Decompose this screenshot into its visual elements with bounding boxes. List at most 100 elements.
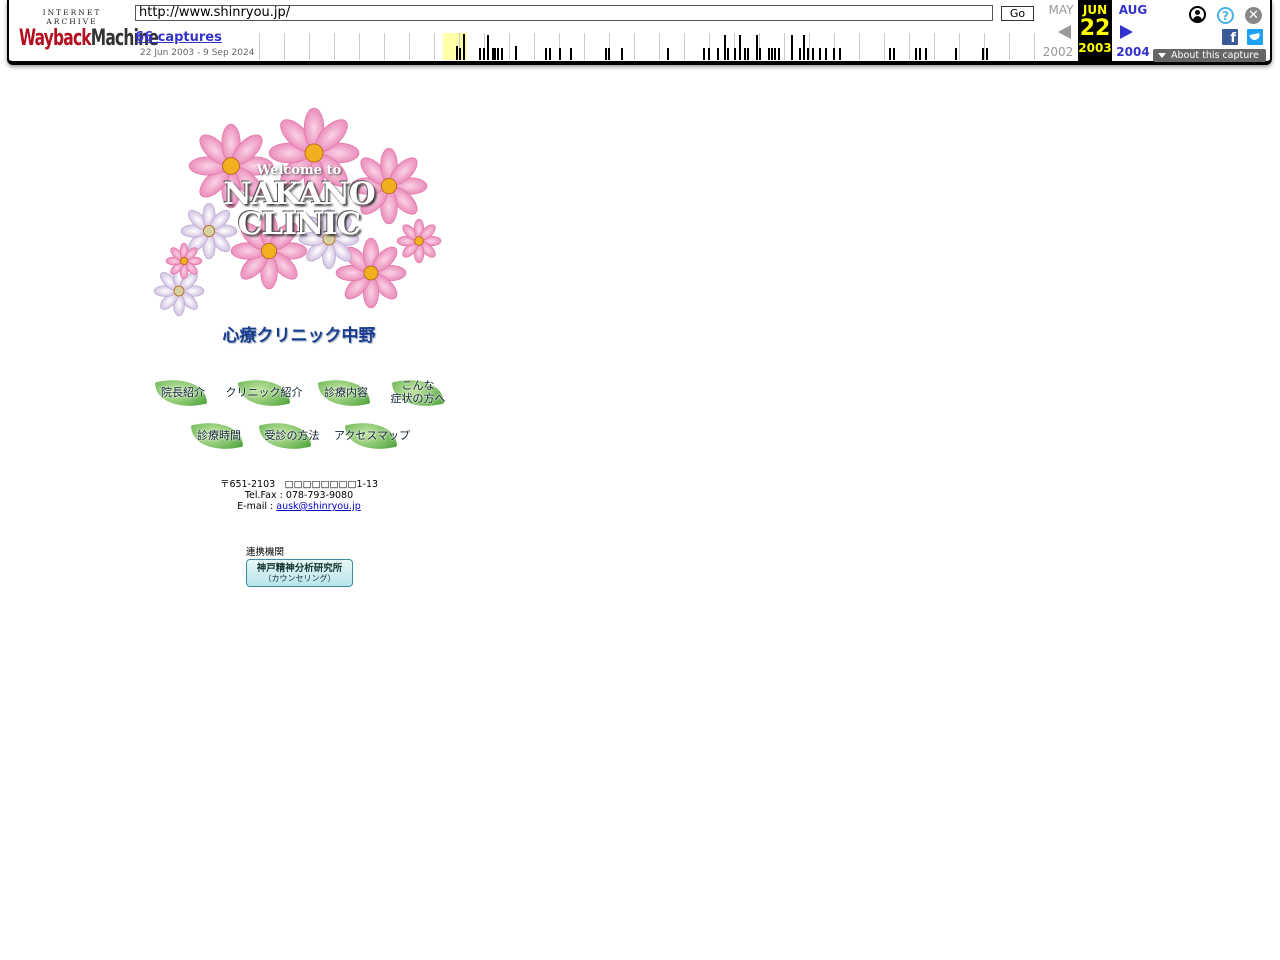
capture-tick [570,48,572,60]
sparkline-year-divider [259,33,260,60]
partner-name: 神戸精神分析研究所 [256,563,343,574]
captures-link[interactable]: 66 captures [135,30,222,45]
next-capture-arrow-icon[interactable] [1120,25,1133,39]
tel-fax: Tel.Fax : 078-793-9080 [244,490,354,501]
capture-tick [889,48,891,60]
twitter-share-icon[interactable] [1247,29,1263,45]
next-year-label[interactable]: 2004 [1116,45,1150,59]
capture-tick [774,48,776,60]
capture-tick [608,48,610,60]
capture-tick [812,48,814,60]
capture-tick [724,35,726,60]
sparkline-year-divider [359,33,360,60]
about-capture-button[interactable]: About this capture [1153,49,1266,62]
contact-info: 〒651-2103 □□□□□□□□1-13 Tel.Fax : 078-793… [149,479,449,512]
wayback-toolbar: INTERNET ARCHIVE WaybackMachine http://w… [7,0,1272,65]
sparkline-year-divider [309,33,310,60]
sparkline-year-divider [384,33,385,60]
capture-tick [549,48,551,60]
sparkline-year-divider [1009,33,1010,60]
capture-sparkline[interactable] [259,33,1035,60]
current-month: JUN [1082,3,1108,17]
capture-tick [807,48,809,60]
capture-tick [839,48,841,60]
capture-tick [799,48,801,60]
capture-tick [925,48,927,60]
nav-services[interactable]: 診療内容 [317,374,372,412]
capture-tick [739,35,741,60]
sparkline-year-divider [909,33,910,60]
capture-tick [667,48,669,60]
sparkline-year-divider [509,33,510,60]
capture-tick [483,48,485,60]
next-month-label[interactable]: AUG [1116,3,1150,17]
capture-tick [727,48,729,60]
sparkline-year-divider [634,33,635,60]
capture-tick [605,48,607,60]
capture-tick [759,48,761,60]
capture-tick [463,34,465,60]
capture-tick [717,48,719,60]
go-button[interactable]: Go [1001,6,1034,21]
partner-sub: （カウンセリング） [263,574,336,583]
nav-symptoms[interactable]: こんな 症状の方へ [388,374,448,412]
help-icon[interactable]: ? [1217,7,1234,24]
user-account-icon[interactable] [1189,6,1206,23]
hero-banner: Welcome to NAKANO CLINIC 心療クリニック中野 [149,91,449,346]
hero-title-line2: CLINIC [237,206,361,242]
capture-tick [559,48,561,60]
prev-year-label[interactable]: 2002 [1041,45,1075,59]
nav-how-to-visit[interactable]: 受診の方法 [258,417,323,455]
capture-tick [479,48,481,60]
capture-tick [955,48,957,60]
url-input[interactable]: http://www.shinryou.jp/ [135,5,993,21]
nav-hours[interactable]: 診療時間 [190,417,245,455]
capture-tick [778,48,780,60]
sparkline-year-divider [1034,33,1035,60]
current-year: 2003 [1078,41,1112,55]
capture-tick [833,48,835,60]
capture-tick [497,48,499,60]
facebook-share-icon[interactable]: f [1222,29,1238,46]
logo-internet-archive: INTERNET ARCHIVE [42,8,102,26]
capture-tick [756,35,758,60]
nav-director-intro[interactable]: 院長紹介 [154,374,209,412]
sparkline-year-divider [584,33,585,60]
sparkline-year-divider [884,33,885,60]
capture-tick [986,48,988,60]
sparkline-year-divider [809,33,810,60]
email-link[interactable]: ausk@shinryou.jp [276,501,360,512]
wayback-logo[interactable]: INTERNET ARCHIVE WaybackMachine [19,8,159,52]
capture-tick [747,48,749,60]
capture-tick [459,48,461,60]
capture-tick [771,48,773,60]
sparkline-year-divider [784,33,785,60]
capture-tick [494,48,496,60]
sparkline-year-divider [934,33,935,60]
capture-tick [501,48,503,60]
prev-month-label[interactable]: MAY [1047,3,1075,17]
capture-tick [791,35,793,60]
capture-tick [819,48,821,60]
sparkline-year-divider [984,33,985,60]
current-day: 22 [1079,16,1111,41]
logo-wayback: Wayback [19,26,92,51]
capture-tick [515,46,517,60]
sparkline-year-divider [859,33,860,60]
prev-capture-arrow-icon[interactable] [1058,25,1071,39]
sparkline-year-divider [684,33,685,60]
capture-tick [982,48,984,60]
hero-title-line1: NAKANO [223,176,375,212]
capture-tick [708,48,710,60]
cosmos-flower [165,242,203,280]
nav-access-map[interactable]: アクセスマップ [333,417,411,455]
sparkline-year-divider [334,33,335,60]
nav-clinic-intro[interactable]: クリニック紹介 [222,374,306,412]
email-label: E-mail : [237,501,277,512]
partner-link-button[interactable]: 神戸精神分析研究所 （カウンセリング） [246,559,353,587]
current-capture-date: JUN 22 2003 [1078,0,1112,62]
capture-tick [825,48,827,60]
capture-tick [915,48,917,60]
sparkline-year-divider [534,33,535,60]
close-icon[interactable]: ✕ [1245,7,1262,24]
